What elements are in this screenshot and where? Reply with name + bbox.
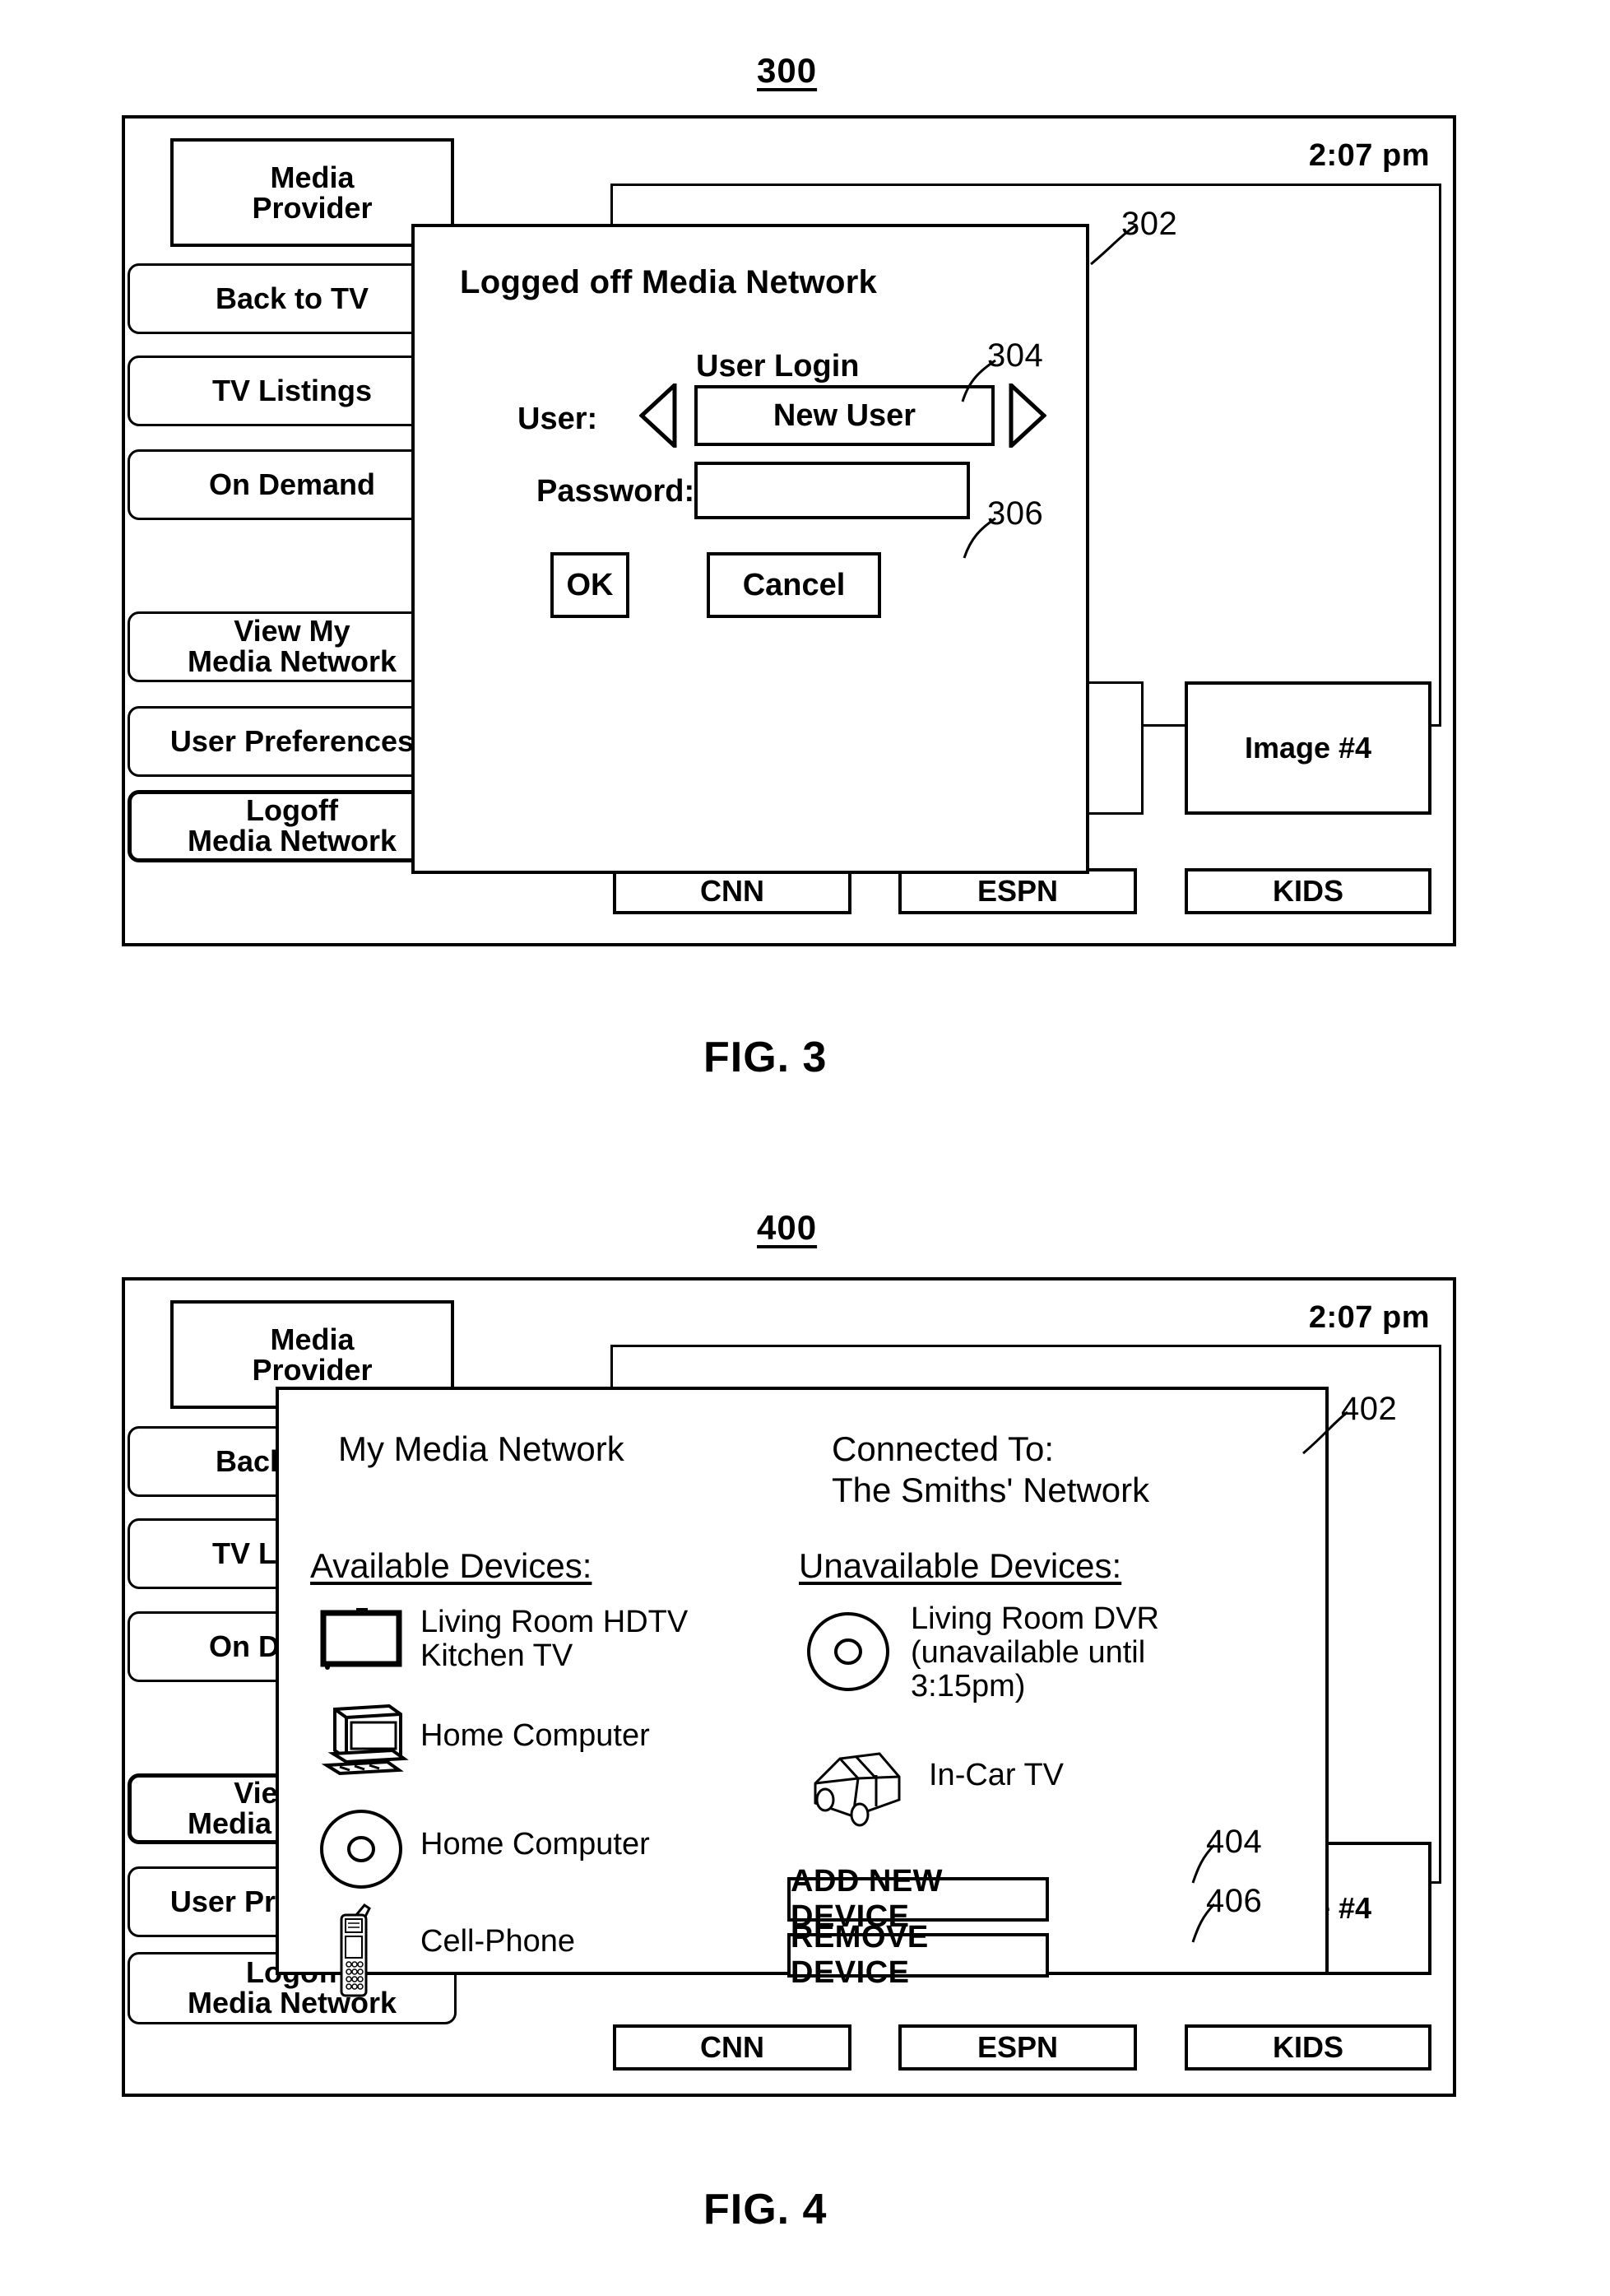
- cell-phone-icon: [330, 1900, 387, 2003]
- leader-line-402: [1302, 1411, 1348, 1455]
- device-label-line-1: Living Room HDTV: [420, 1605, 689, 1639]
- clock-400: 2:07 pm: [1308, 1300, 1430, 1335]
- leader-line-302: [1090, 223, 1138, 266]
- image-tile-label: Image #4: [1244, 731, 1372, 765]
- channel-label: ESPN: [977, 874, 1059, 908]
- connected-network-name: The Smiths' Network: [832, 1471, 1150, 1509]
- leader-line-304: [961, 359, 996, 402]
- device-label-line-3: 3:15pm): [911, 1669, 1026, 1704]
- user-field-label: User:: [517, 402, 598, 436]
- channel-button-kids-300[interactable]: KIDS: [1185, 868, 1431, 914]
- remove-device-button[interactable]: REMOVE DEVICE: [787, 1920, 1049, 1990]
- sidebar-item-on-demand-300[interactable]: On Demand: [128, 449, 457, 520]
- figure-4-caption: FIG. 4: [703, 2186, 828, 2233]
- user-login-heading: User Login: [696, 349, 860, 383]
- sidebar-item-user-preferences-300[interactable]: User Preferences: [128, 706, 457, 777]
- device-label-line-1: In-Car TV: [929, 1758, 1065, 1792]
- leader-line-404: [1191, 1843, 1216, 1884]
- image-tile-4-300[interactable]: Image #4: [1185, 681, 1431, 815]
- tv-icon: [320, 1608, 402, 1675]
- channel-button-espn-400[interactable]: ESPN: [898, 2024, 1137, 2071]
- device-label-line-2: Kitchen TV: [420, 1638, 573, 1674]
- car-icon: [804, 1742, 911, 1834]
- provider-line-1: Media: [270, 160, 355, 194]
- next-user-arrow-icon[interactable]: [1009, 380, 1047, 452]
- provider-line-1: Media: [270, 1322, 355, 1356]
- remove-device-label: REMOVE DEVICE: [791, 1920, 929, 1990]
- user-select-text: New User: [773, 397, 916, 433]
- figure-3-caption: FIG. 3: [703, 1034, 828, 1081]
- channel-button-cnn-400[interactable]: CNN: [613, 2024, 851, 2071]
- leader-line-406: [1191, 1903, 1216, 1943]
- available-devices-heading: Available Devices:: [310, 1546, 592, 1585]
- password-field-label: Password:: [536, 474, 695, 509]
- laptop-computer-icon: [321, 1703, 411, 1786]
- leader-line-306: [963, 517, 996, 559]
- channel-button-kids-400[interactable]: KIDS: [1185, 2024, 1431, 2071]
- ok-button[interactable]: OK: [550, 552, 629, 618]
- device-label-line-1: Home Computer: [420, 1718, 650, 1753]
- figure-400-number: 400: [757, 1208, 818, 1247]
- device-label-line-1: Living Room DVR: [911, 1601, 1159, 1636]
- available-device-2[interactable]: Home Computer: [420, 1718, 650, 1753]
- disc-icon: [318, 1808, 404, 1894]
- sidebar-label: TV Listings: [211, 374, 372, 407]
- sidebar-label-line-2: Media Network: [187, 644, 397, 678]
- sidebar-label: User Preferences: [169, 724, 415, 758]
- sidebar-item-tv-listings-300[interactable]: TV Listings: [128, 356, 457, 426]
- channel-label: ESPN: [977, 2030, 1059, 2064]
- device-label-line-2: (unavailable until: [911, 1635, 1146, 1671]
- sidebar-item-back-to-tv-300[interactable]: Back to TV: [128, 263, 457, 334]
- unavailable-device-1[interactable]: Living Room DVR (unavailable until 3:15p…: [911, 1601, 1159, 1704]
- add-new-device-button[interactable]: ADD NEW DEVICE: [787, 1864, 1049, 1934]
- unavailable-device-2[interactable]: In-Car TV: [929, 1758, 1065, 1792]
- login-dialog-title: Logged off Media Network: [460, 264, 878, 300]
- sidebar-item-logoff-media-network-300[interactable]: Logoff Media Network: [128, 790, 457, 862]
- my-media-network-title: My Media Network: [338, 1429, 624, 1468]
- sidebar-label: Back to TV: [215, 281, 369, 315]
- cancel-button[interactable]: Cancel: [707, 552, 881, 618]
- prev-user-arrow-icon[interactable]: [638, 380, 677, 452]
- disc-icon: [805, 1610, 891, 1697]
- sidebar-label: On Demand: [208, 467, 376, 501]
- provider-line-2: Provider: [252, 191, 373, 225]
- sidebar-label-line-2: Media Network: [187, 824, 397, 858]
- channel-label: CNN: [700, 874, 764, 908]
- available-device-1[interactable]: Living Room HDTV Kitchen TV: [420, 1605, 689, 1674]
- provider-line-2: Provider: [252, 1353, 373, 1387]
- channel-button-cnn-300[interactable]: CNN: [613, 868, 851, 914]
- sidebar-label-line-1: View My: [234, 614, 350, 648]
- unavailable-devices-heading: Unavailable Devices:: [799, 1546, 1122, 1585]
- sidebar-label-line-1: Logoff: [246, 793, 338, 828]
- channel-label: KIDS: [1272, 874, 1343, 908]
- channel-label: KIDS: [1272, 2030, 1343, 2064]
- cancel-button-label: Cancel: [742, 567, 846, 602]
- channel-button-espn-300[interactable]: ESPN: [898, 868, 1137, 914]
- available-device-3[interactable]: Home Computer: [420, 1827, 650, 1861]
- available-device-4[interactable]: Cell-Phone: [420, 1924, 575, 1959]
- device-label-line-1: Cell-Phone: [420, 1924, 575, 1959]
- channel-label: CNN: [700, 2030, 764, 2064]
- figure-300-number: 300: [757, 51, 818, 90]
- password-input[interactable]: [694, 462, 970, 519]
- clock-300: 2:07 pm: [1308, 138, 1430, 173]
- device-label-line-1: Home Computer: [420, 1827, 650, 1861]
- connected-to-label: Connected To:: [832, 1429, 1055, 1468]
- ok-button-label: OK: [566, 567, 614, 602]
- sidebar-item-view-my-media-network-300[interactable]: View My Media Network: [128, 611, 457, 682]
